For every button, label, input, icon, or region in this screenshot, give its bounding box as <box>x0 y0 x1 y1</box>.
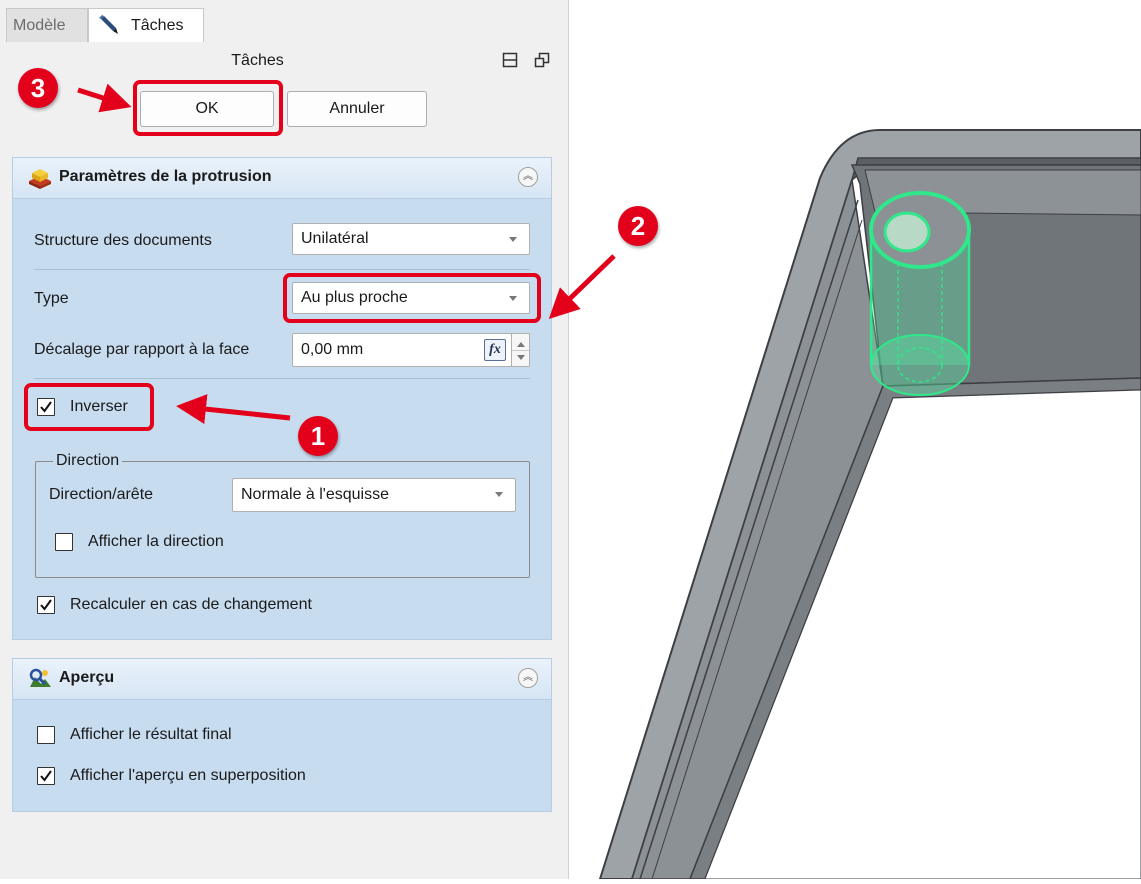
structure-value: Unilatéral <box>301 230 369 247</box>
float-icon[interactable] <box>534 52 550 68</box>
show-direction-checkbox[interactable] <box>55 533 73 551</box>
chevron-down-icon <box>495 492 503 497</box>
separator <box>34 378 530 379</box>
dock-icon[interactable] <box>502 52 518 68</box>
step-badge-3: 3 <box>18 68 58 108</box>
chevron-up-double-icon[interactable]: ︽ <box>518 167 538 187</box>
chevron-down-icon <box>509 237 517 242</box>
direction-edge-combo[interactable]: Normale à l'esquisse <box>232 478 516 512</box>
chevron-up-double-icon[interactable]: ︽ <box>518 668 538 688</box>
direction-legend: Direction <box>53 452 123 470</box>
step-badge-2: 2 <box>618 206 658 246</box>
reverse-highlight-box <box>24 383 154 431</box>
model-view <box>598 129 1141 880</box>
show-direction-label: Afficher la direction <box>88 533 224 550</box>
cylinder-feature[interactable] <box>869 191 971 396</box>
step-badge-1: 1 <box>298 416 338 456</box>
recompute-checkbox[interactable] <box>37 596 55 614</box>
direction-edge-label: Direction/arête <box>49 486 154 503</box>
formula-fx-icon[interactable]: fx <box>484 339 506 361</box>
ok-highlight-box <box>133 80 283 136</box>
show-overlay-checkbox[interactable] <box>37 767 55 785</box>
offset-spinner[interactable] <box>511 333 530 367</box>
task-panel: Modèle Tâches Tâches OK Annuler Paramètr… <box>0 0 569 879</box>
protrusion-group-header[interactable]: Paramètres de la protrusion ︽ <box>13 158 551 199</box>
tab-model-label: Modèle <box>13 17 66 34</box>
type-label: Type <box>34 290 69 307</box>
panel-title: Tâches <box>231 52 284 69</box>
3d-viewport[interactable] <box>569 0 1141 880</box>
direction-edge-value: Normale à l'esquisse <box>241 486 390 503</box>
cancel-button-label: Annuler <box>329 100 385 117</box>
preview-group-title: Aperçu <box>59 669 115 686</box>
show-overlay-label: Afficher l'aperçu en superposition <box>70 767 306 784</box>
preview-group: Aperçu ︽ Afficher le résultat final Affi… <box>12 658 552 812</box>
type-highlight-box <box>283 273 541 323</box>
show-final-label: Afficher le résultat final <box>70 726 232 743</box>
structure-label: Structure des documents <box>34 232 212 249</box>
tab-tasks[interactable]: Tâches <box>88 8 204 42</box>
pencil-icon <box>97 13 123 50</box>
recompute-label: Recalculer en cas de changement <box>70 596 312 613</box>
cancel-button[interactable]: Annuler <box>287 91 427 127</box>
preview-icon <box>27 667 53 696</box>
tab-tasks-label: Tâches <box>131 17 184 34</box>
protrusion-group-title: Paramètres de la protrusion <box>59 168 272 185</box>
structure-combo[interactable]: Unilatéral <box>292 223 530 255</box>
spin-up-icon[interactable] <box>517 342 525 347</box>
pad-icon <box>27 167 53 194</box>
offset-value: 0,00 mm <box>301 341 364 358</box>
preview-group-header[interactable]: Aperçu ︽ <box>13 659 551 700</box>
spinner-divider <box>512 350 529 351</box>
separator <box>34 269 530 270</box>
offset-input[interactable]: 0,00 mm fx <box>292 333 512 367</box>
show-final-checkbox[interactable] <box>37 726 55 744</box>
tab-model[interactable]: Modèle <box>6 8 88 42</box>
offset-label: Décalage par rapport à la face <box>34 341 250 358</box>
spin-down-icon[interactable] <box>517 355 525 360</box>
